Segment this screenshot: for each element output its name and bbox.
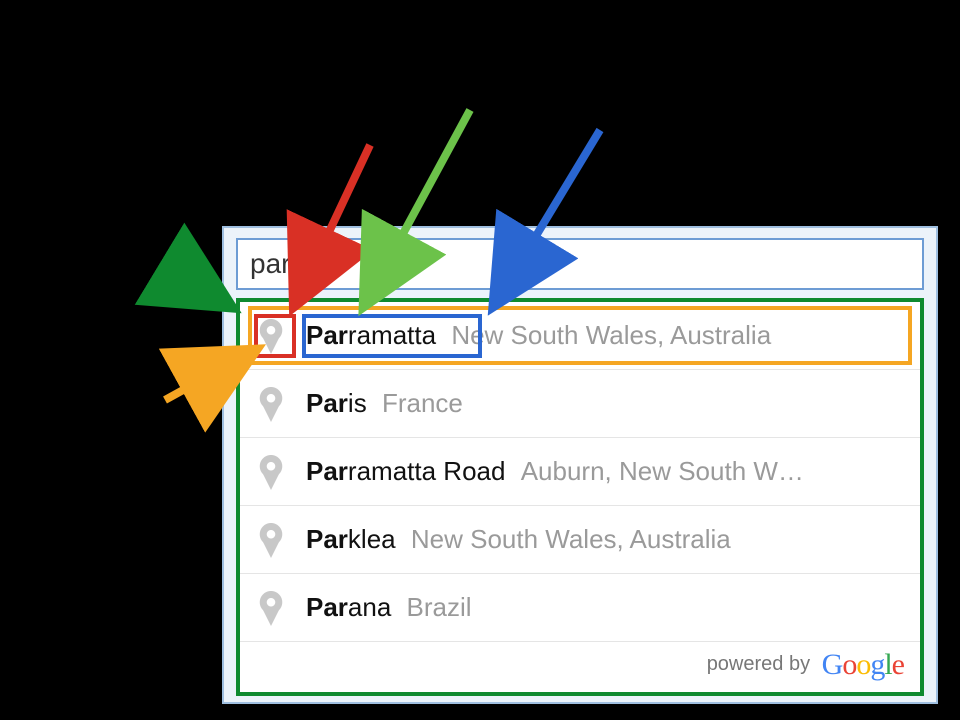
suggestion-main: Parana <box>306 592 391 622</box>
suggestion-item[interactable]: Parramatta Road Auburn, New South W… <box>240 438 920 506</box>
suggestion-text: Parramatta Road Auburn, New South W… <box>306 456 902 487</box>
google-logo: Google <box>822 648 904 681</box>
powered-by-label: powered by <box>707 653 810 675</box>
suggestion-item[interactable]: Parana Brazil <box>240 574 920 642</box>
suggestion-secondary: Brazil <box>407 592 472 622</box>
suggestions-dropdown: Parramatta New South Wales, Australia Pa… <box>236 298 924 696</box>
place-marker-icon <box>258 454 284 490</box>
suggestion-main: Paris <box>306 388 367 418</box>
search-input[interactable]: par <box>236 238 924 290</box>
attribution-footer: powered by Google <box>240 642 920 692</box>
arrow-to-dropdown <box>170 270 228 305</box>
suggestion-secondary: New South Wales, Australia <box>451 320 771 350</box>
suggestion-item[interactable]: Parklea New South Wales, Australia <box>240 506 920 574</box>
suggestion-secondary: New South Wales, Australia <box>411 524 731 554</box>
place-marker-icon <box>258 318 284 354</box>
suggestion-text: Paris France <box>306 388 902 419</box>
text-caret <box>292 249 293 279</box>
suggestion-secondary: France <box>382 388 463 418</box>
autocomplete-panel: par Parramatta New South Wales, Australi… <box>222 226 938 704</box>
place-marker-icon <box>258 590 284 626</box>
suggestion-main: Parramatta Road <box>306 456 505 486</box>
place-marker-icon <box>258 522 284 558</box>
suggestion-text: Parramatta New South Wales, Australia <box>306 320 902 351</box>
suggestion-text: Parklea New South Wales, Australia <box>306 524 902 555</box>
suggestion-secondary: Auburn, New South W… <box>521 456 804 486</box>
suggestion-item[interactable]: Parramatta New South Wales, Australia <box>240 302 920 370</box>
place-marker-icon <box>258 386 284 422</box>
suggestion-main: Parramatta <box>306 320 436 350</box>
suggestion-main: Parklea <box>306 524 396 554</box>
suggestion-text: Parana Brazil <box>306 592 902 623</box>
suggestion-item[interactable]: Paris France <box>240 370 920 438</box>
search-value: par <box>250 248 290 280</box>
